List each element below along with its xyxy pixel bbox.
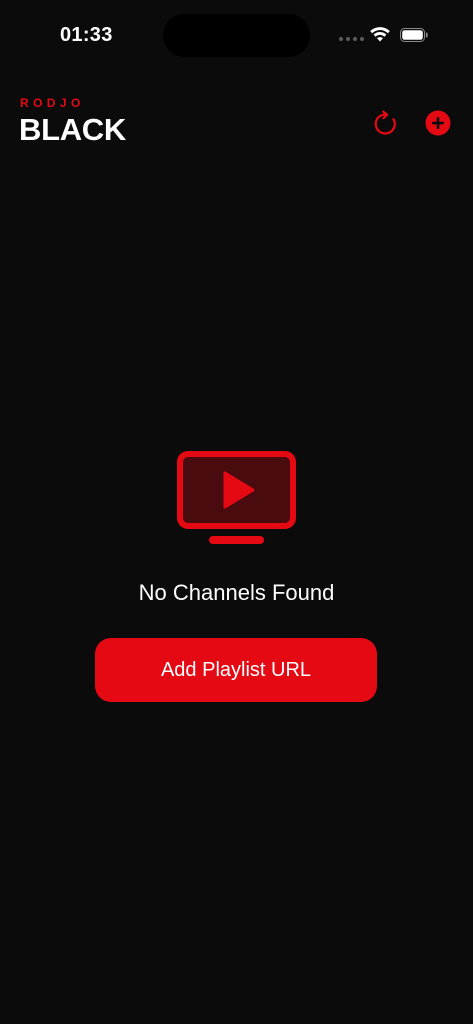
empty-state-title: No Channels Found bbox=[138, 580, 335, 605]
cellular-signal-icon bbox=[339, 37, 364, 41]
status-time: 01:33 bbox=[60, 24, 113, 46]
add-playlist-url-button[interactable]: Add Playlist URL bbox=[95, 638, 377, 702]
brand-subtitle: RODJO bbox=[20, 96, 85, 110]
battery-icon bbox=[400, 28, 428, 42]
app-title: BLACK bbox=[19, 112, 126, 147]
refresh-icon[interactable] bbox=[372, 110, 400, 138]
add-playlist-url-label: Add Playlist URL bbox=[160, 658, 312, 681]
tv-play-icon bbox=[177, 451, 296, 544]
add-circle-icon[interactable] bbox=[425, 110, 451, 136]
dynamic-island bbox=[163, 14, 310, 57]
wifi-icon bbox=[370, 27, 390, 42]
